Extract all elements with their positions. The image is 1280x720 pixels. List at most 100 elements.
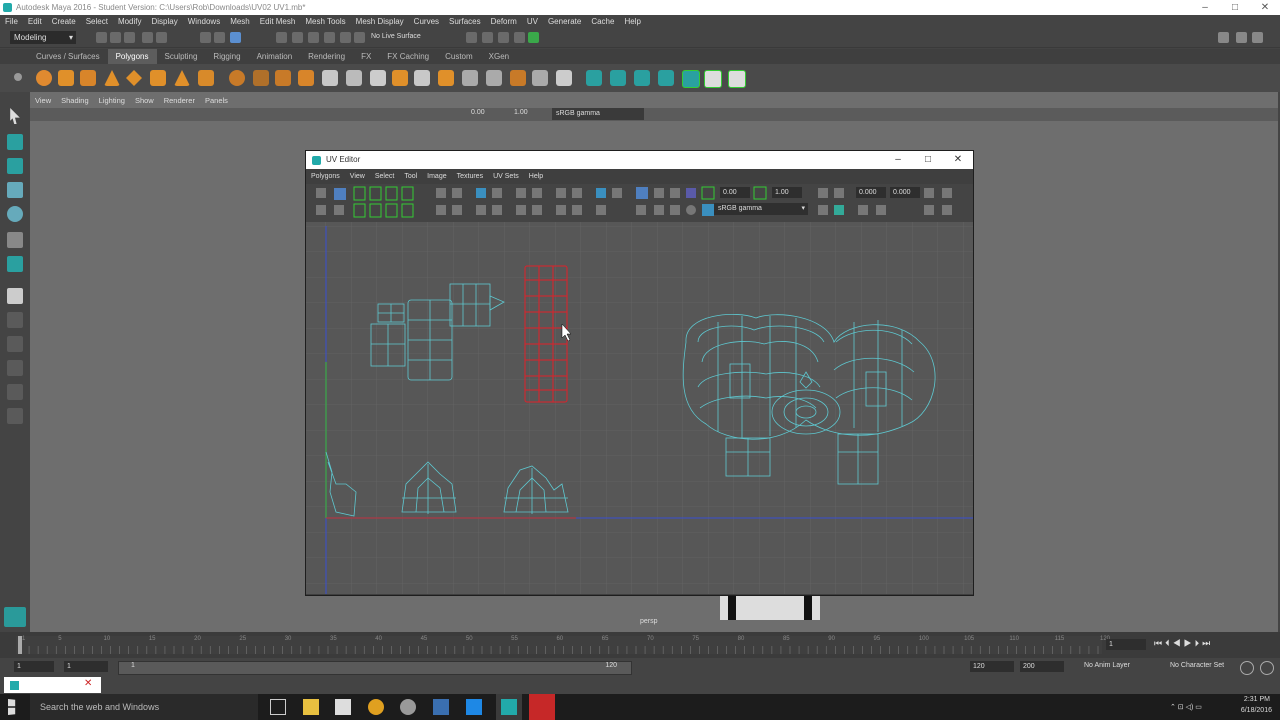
poly-plane-icon[interactable] <box>150 70 166 86</box>
select-hierarchy-icon[interactable] <box>200 32 211 43</box>
character-set-label[interactable]: No Character Set <box>1170 662 1224 669</box>
chrome-icon[interactable] <box>368 699 384 715</box>
insert-edge-loop-icon[interactable] <box>486 70 502 86</box>
vp-menu-shading[interactable]: Shading <box>56 96 94 105</box>
poly-cone-icon[interactable] <box>104 70 120 86</box>
maximize-button[interactable]: □ <box>1220 0 1250 15</box>
menu-edit-mesh[interactable]: Edit Mesh <box>255 15 301 29</box>
automatic-map-icon[interactable] <box>658 70 674 86</box>
separate-icon[interactable] <box>253 70 269 86</box>
uv-v-field[interactable]: 0.000 <box>890 187 920 198</box>
move-tool-icon[interactable] <box>7 182 23 198</box>
menu-surfaces[interactable]: Surfaces <box>444 15 486 29</box>
uv-menu-view[interactable]: View <box>345 173 370 180</box>
uv-exposure-field[interactable]: 0.00 <box>720 187 750 198</box>
menu-display[interactable]: Display <box>147 15 183 29</box>
live-surface-label[interactable]: No Live Surface <box>371 33 421 40</box>
select-component-icon[interactable] <box>230 32 241 43</box>
hypershade-icon[interactable] <box>514 32 525 43</box>
uv-menu-tool[interactable]: Tool <box>399 173 422 180</box>
append-icon[interactable] <box>414 70 430 86</box>
uv-color-space-dropdown[interactable]: sRGB gamma ▾ <box>714 203 808 215</box>
uv-close-button[interactable]: ✕ <box>943 151 973 169</box>
cut-uv-icon[interactable] <box>682 70 700 88</box>
target-weld-icon[interactable] <box>510 70 526 86</box>
render-settings-icon[interactable] <box>498 32 509 43</box>
connect-icon[interactable] <box>532 70 548 86</box>
time-slider[interactable]: 1 5 10 15 20 25 30 35 40 45 50 55 60 65 70 75 80 85 90 95 10… <box>0 632 1280 658</box>
undo-icon[interactable] <box>142 32 153 43</box>
uv-u-field[interactable]: 0.000 <box>856 187 886 198</box>
last-tool-icon[interactable] <box>7 256 23 272</box>
shelf-tab-custom[interactable]: Custom <box>437 49 481 64</box>
store-icon[interactable] <box>335 699 351 715</box>
menu-generate[interactable]: Generate <box>543 15 586 29</box>
uv-menu-image[interactable]: Image <box>422 173 451 180</box>
toggle-toolbox-icon[interactable] <box>528 32 539 43</box>
menu-uv[interactable]: UV <box>522 15 543 29</box>
open-scene-icon[interactable] <box>110 32 121 43</box>
menu-file[interactable]: File <box>0 15 23 29</box>
save-scene-icon[interactable] <box>124 32 135 43</box>
shelf-tab-polygons[interactable]: Polygons <box>107 49 157 64</box>
menu-create[interactable]: Create <box>47 15 81 29</box>
planar-map-icon[interactable] <box>586 70 602 86</box>
uv-menu-uv-sets[interactable]: UV Sets <box>488 173 524 180</box>
file-explorer-icon[interactable] <box>303 699 319 715</box>
mirror-icon[interactable] <box>298 70 314 86</box>
close-button[interactable]: ✕ <box>1250 0 1280 15</box>
current-frame-field[interactable]: 1 <box>1106 639 1146 650</box>
new-scene-icon[interactable] <box>96 32 107 43</box>
menu-select[interactable]: Select <box>81 15 113 29</box>
poly-cube-icon[interactable] <box>58 70 74 86</box>
shelf-tab-xgen[interactable]: XGen <box>481 49 517 64</box>
vp-menu-renderer[interactable]: Renderer <box>159 96 200 105</box>
vp-menu-view[interactable]: View <box>30 96 56 105</box>
paint-select-tool-icon[interactable] <box>7 158 23 174</box>
bevel-icon[interactable] <box>392 70 408 86</box>
combine-icon[interactable] <box>229 70 245 86</box>
hypershade-layout-icon[interactable] <box>7 384 23 400</box>
poly-cylinder-icon[interactable] <box>80 70 96 86</box>
snap-curve-icon[interactable] <box>292 32 303 43</box>
anim-layer-label[interactable]: No Anim Layer <box>1084 662 1130 669</box>
menu-mesh-tools[interactable]: Mesh Tools <box>300 15 350 29</box>
select-object-icon[interactable] <box>214 32 225 43</box>
snap-view-icon[interactable] <box>324 32 335 43</box>
vp-menu-panels[interactable]: Panels <box>200 96 233 105</box>
render-frame-icon[interactable] <box>466 32 477 43</box>
shelf-menu-icon[interactable] <box>14 73 22 81</box>
vp-gamma-value[interactable]: 1.00 <box>514 109 528 116</box>
shelf-tab-rigging[interactable]: Rigging <box>205 49 248 64</box>
shelf-tab-curves-surfaces[interactable]: Curves / Surfaces <box>28 49 108 64</box>
uv-minimize-button[interactable]: – <box>883 151 913 169</box>
unfold-uv-icon[interactable] <box>728 70 746 88</box>
range-slider[interactable]: 1 120 <box>118 661 632 675</box>
snap-surface-icon[interactable] <box>340 32 351 43</box>
preferences-icon[interactable] <box>1260 661 1274 675</box>
system-tray-icons[interactable]: ⌃ ⊡ ◁) ▭ <box>1170 703 1202 711</box>
minimized-window-tab[interactable]: ✕ <box>4 677 101 693</box>
outliner-layout-icon[interactable] <box>7 408 23 424</box>
menu-windows[interactable]: Windows <box>183 15 225 29</box>
playback-end-field[interactable]: 120 <box>970 661 1014 672</box>
menu-modify[interactable]: Modify <box>113 15 147 29</box>
auto-key-icon[interactable] <box>1240 661 1254 675</box>
shelf-tab-rendering[interactable]: Rendering <box>300 49 353 64</box>
shelf-tab-fx-caching[interactable]: FX Caching <box>379 49 437 64</box>
windows-start-icon[interactable] <box>8 699 16 715</box>
snap-grid-icon[interactable] <box>276 32 287 43</box>
uv-menu-polygons[interactable]: Polygons <box>306 173 345 180</box>
attribute-editor-icon[interactable] <box>1252 32 1263 43</box>
vp-color-space-dropdown[interactable]: sRGB gamma <box>552 108 644 120</box>
shelf-tab-fx[interactable]: FX <box>353 49 379 64</box>
bridge-icon[interactable] <box>370 70 386 86</box>
uv-maximize-button[interactable]: □ <box>913 151 943 169</box>
four-view-layout-icon[interactable] <box>7 312 23 328</box>
maya-taskbar-button[interactable] <box>496 694 522 720</box>
lasso-tool-icon[interactable] <box>7 134 23 150</box>
minimize-button[interactable]: – <box>1190 0 1220 15</box>
shelf-tab-sculpting[interactable]: Sculpting <box>157 49 206 64</box>
menu-edit[interactable]: Edit <box>23 15 47 29</box>
scene-end-field[interactable]: 200 <box>1020 661 1064 672</box>
